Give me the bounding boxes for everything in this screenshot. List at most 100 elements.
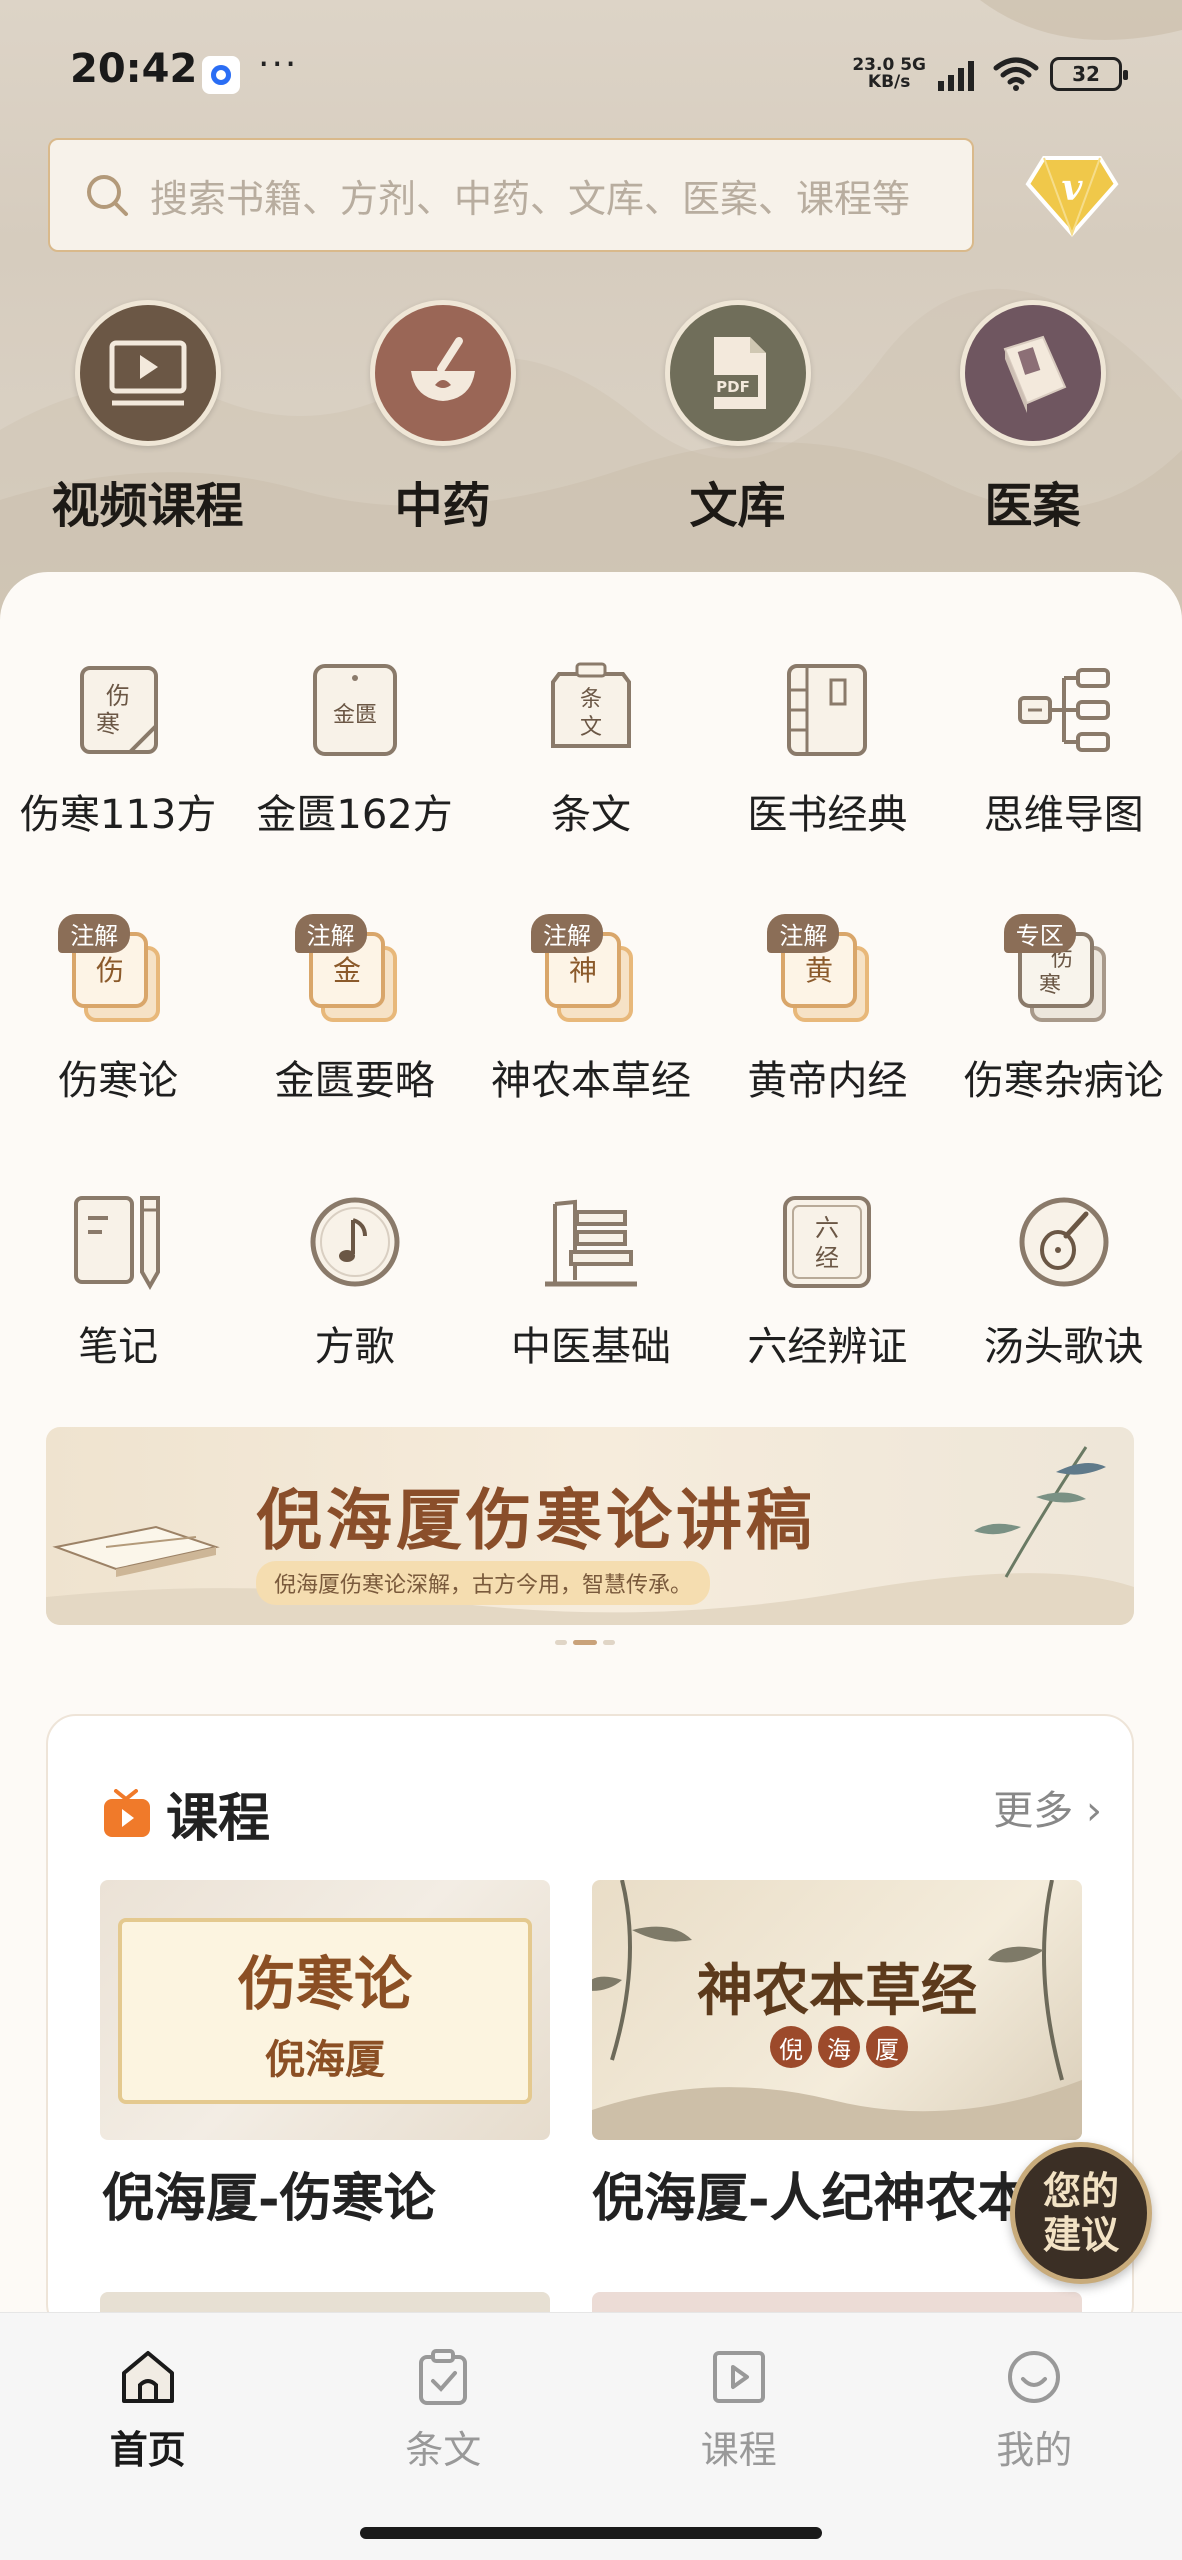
play-video-icon [712, 2351, 765, 2403]
icon-glyph: 伤 [96, 954, 124, 987]
cover-title: 神农本草经 [697, 1958, 977, 2024]
svg-text:v: v [1062, 167, 1084, 209]
shortcut-jinkui-yaolue[interactable]: 金 注解 金匮要略 [237, 914, 473, 1106]
shortcut-shanghanlun[interactable]: 伤 注解 伤寒论 [0, 914, 236, 1106]
course-card-1-cover[interactable]: 伤寒论 倪海厦 [100, 1880, 550, 2140]
shortcut-label: 金匮162方 [256, 792, 453, 838]
annotation-tag: 注解 [530, 914, 603, 953]
shortcut-tcm-basics[interactable]: 中医基础 [473, 1192, 709, 1372]
nav-cases[interactable]: 医案 [885, 300, 1180, 536]
mortar-icon [369, 300, 516, 446]
app-notification-icon [202, 56, 240, 94]
promo-banner[interactable]: 倪海厦伤寒论讲稿 倪海厦伤寒论深解，古方今用，智慧传承。 [46, 1427, 1134, 1625]
mind-map-icon [1017, 668, 1110, 752]
pdf-icon: PDF [664, 300, 811, 446]
battery-indicator: 32 [1050, 57, 1128, 91]
search-bar[interactable]: 搜索书籍、方剂、中药、文库、医案、课程等 [48, 138, 974, 252]
tab-clauses[interactable]: 条文 [296, 2313, 592, 2503]
shortcut-huangdi[interactable]: 黄 注解 黄帝内经 [709, 914, 945, 1106]
wifi-icon [993, 57, 1039, 91]
signal-icon [938, 61, 974, 91]
tab-courses[interactable]: 课程 [591, 2313, 887, 2503]
feedback-button[interactable]: 您的 建议 [1010, 2142, 1152, 2284]
shanghan-formula-icon: 伤寒 [80, 666, 159, 754]
shortcut-six-meridians[interactable]: 六经 六经辨证 [709, 1192, 945, 1372]
cover-frame: 伤寒论 倪海厦 [118, 1918, 532, 2104]
home-gesture-indicator[interactable] [360, 2527, 822, 2539]
svg-text:黄: 黄 [805, 954, 833, 987]
status-bar: 20:42 ··· 23.0 5G KB/s 32 [0, 0, 1182, 140]
shortcut-jinkui-162[interactable]: 金匮 金匮162方 [237, 660, 473, 840]
seal: 厦 [866, 2026, 908, 2068]
six-meridians-icon: 六经 [783, 1196, 872, 1288]
shortcut-label: 六经辨证 [747, 1324, 908, 1370]
tab-home[interactable]: 首页 [0, 2313, 296, 2503]
shortcut-label: 伤寒杂病论 [963, 1058, 1164, 1104]
svg-text:金: 金 [333, 954, 361, 987]
shortcut-label: 伤寒113方 [20, 792, 217, 838]
course-title: 课程 [166, 1788, 271, 1849]
shortcut-classics[interactable]: 医书经典 [709, 660, 945, 840]
tab-profile[interactable]: 我的 [887, 2313, 1182, 2503]
carousel-dot-active [573, 1640, 597, 1645]
special-zone-tag: 专区 [1003, 914, 1076, 953]
cover-subtitle: 倪海厦 [265, 2036, 385, 2083]
shortcut-label: 思维导图 [983, 792, 1144, 838]
svg-text:伤: 伤 [106, 682, 130, 710]
carousel-indicator [555, 1640, 615, 1645]
banner-title: 倪海厦伤寒论讲稿 [256, 1481, 816, 1559]
shortcut-shennong[interactable]: 神 注解 神农本草经 [473, 914, 709, 1106]
bookshelf-icon [544, 1199, 637, 1287]
seal: 海 [818, 2026, 860, 2068]
nav-library[interactable]: PDF 文库 [590, 300, 885, 536]
shortcut-shanghan-113[interactable]: 伤寒 伤寒113方 [0, 660, 236, 840]
shortcut-tangtou[interactable]: 汤头歌诀 [946, 1192, 1182, 1372]
course-header: 课程 [102, 1776, 270, 1851]
nav-herbs[interactable]: 中药 [295, 300, 590, 536]
course-card-2-caption[interactable]: 倪海厦-人纪神农本草经 [592, 2156, 1072, 2231]
search-placeholder: 搜索书籍、方剂、中药、文库、医案、课程等 [150, 176, 911, 221]
annotation-tag: 注解 [767, 914, 840, 953]
annotation-tag: 注解 [294, 914, 367, 953]
book-icon [959, 300, 1106, 446]
shortcut-label: 条文 [550, 792, 631, 838]
shortcut-fangge[interactable]: 方歌 [237, 1192, 473, 1372]
nav-label: 视频课程 [51, 478, 244, 534]
seal: 倪 [770, 2026, 812, 2068]
shortcut-mindmap[interactable]: 思维导图 [946, 660, 1182, 840]
shortcut-label: 医书经典 [747, 792, 908, 838]
shortcut-tiaowen[interactable]: 条文 条文 [473, 660, 709, 840]
banner-subtitle: 倪海厦伤寒论深解，古方今用，智慧传承。 [256, 1561, 711, 1605]
shortcut-label: 伤寒论 [58, 1058, 179, 1104]
bottom-tab-bar: 首页 条文 课程 我的 [0, 2312, 1182, 2560]
shortcut-label: 方歌 [314, 1324, 395, 1370]
carousel-dot [603, 1640, 615, 1645]
shortcut-notes[interactable]: 笔记 [0, 1192, 236, 1372]
tv-icon [104, 1788, 150, 1837]
svg-text:寒: 寒 [1039, 973, 1061, 998]
nav-video-courses[interactable]: 视频课程 [0, 300, 295, 536]
classic-book-icon [787, 664, 868, 756]
course-card-1-caption[interactable]: 倪海厦-伤寒论 [102, 2156, 562, 2231]
more-courses-link[interactable]: 更多 › [993, 1778, 1102, 1836]
shortcut-label: 中医基础 [510, 1324, 671, 1370]
network-speed-unit: KB/s [867, 72, 911, 92]
vip-diamond-icon[interactable]: v [1024, 150, 1120, 240]
svg-text:文: 文 [580, 715, 602, 740]
status-indicators: 23.0 5G KB/s 32 [852, 52, 1128, 96]
shortcut-row-3: 笔记 方歌 中医基础 六经 六经辨证 汤头歌诀 [0, 1192, 1182, 1372]
svg-text:条: 条 [580, 687, 602, 712]
course-card-2-cover[interactable]: 神农本草经 倪 海 厦 [592, 1880, 1082, 2140]
shortcut-shanghan-zabing[interactable]: 伤寒 专区 伤寒杂病论 [946, 914, 1182, 1106]
course-section: 课程 更多 › 伤寒论 倪海厦 神农本草经 倪 海 厦 倪海厦-伤寒论 倪海厦-… [46, 1714, 1134, 2334]
shortcut-row-2: 伤 注解 伤寒论 金 注解 金匮要略 神 注解 神农本草经 黄 注解 黄帝内经 … [0, 914, 1182, 1106]
svg-text:经: 经 [815, 1244, 839, 1272]
cover-seals: 倪 海 厦 [770, 2026, 908, 2068]
tab-label: 我的 [996, 2428, 1073, 2472]
nav-label: 医案 [984, 478, 1081, 534]
nav-label: 文库 [689, 478, 786, 534]
svg-text:寒: 寒 [96, 710, 120, 738]
shortcut-label: 神农本草经 [490, 1058, 691, 1104]
shortcut-label: 汤头歌诀 [983, 1324, 1144, 1370]
tab-label: 首页 [109, 2428, 186, 2472]
